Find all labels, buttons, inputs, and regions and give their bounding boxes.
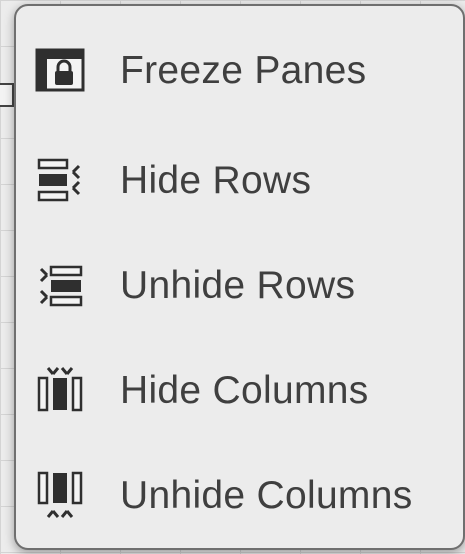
hide-columns-icon <box>32 363 88 419</box>
menu-item-hide-rows[interactable]: Hide Rows <box>16 136 465 226</box>
menu-item-label: Freeze Panes <box>120 49 367 92</box>
hide-rows-icon <box>32 153 88 209</box>
menu-item-label: Hide Rows <box>120 159 312 202</box>
menu-item-label: Unhide Columns <box>120 474 413 517</box>
context-menu: Freeze Panes Hide Rows Unhide Rows Hide … <box>14 4 465 550</box>
unhide-columns-icon <box>32 468 88 524</box>
menu-item-unhide-columns[interactable]: Unhide Columns <box>16 451 465 541</box>
freeze-panes-icon <box>32 43 88 99</box>
menu-item-unhide-rows[interactable]: Unhide Rows <box>16 241 465 331</box>
menu-item-hide-columns[interactable]: Hide Columns <box>16 346 465 436</box>
spreadsheet-cell-edge <box>0 83 14 107</box>
menu-item-freeze-panes[interactable]: Freeze Panes <box>16 26 465 116</box>
unhide-rows-icon <box>32 258 88 314</box>
menu-item-label: Hide Columns <box>120 369 369 412</box>
menu-item-label: Unhide Rows <box>120 264 356 307</box>
